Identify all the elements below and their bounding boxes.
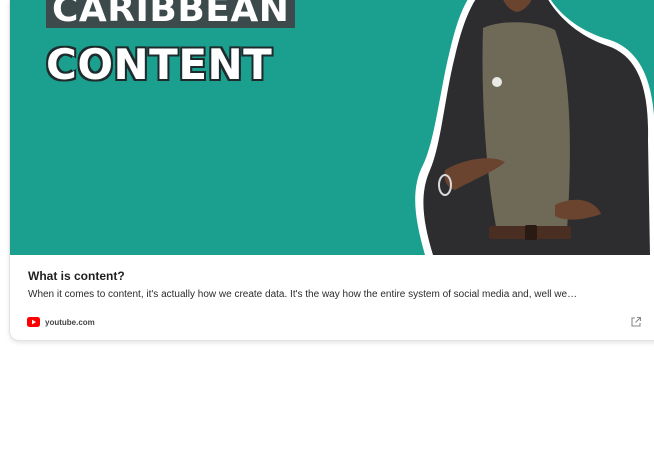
- video-thumbnail[interactable]: CARIBBEAN CONTENT: [10, 0, 654, 255]
- link-title[interactable]: What is content?: [28, 269, 125, 283]
- link-preview-card[interactable]: CARIBBEAN CONTENT What is content? When …: [9, 0, 654, 341]
- thumbnail-headline-line2: CONTENT: [46, 40, 273, 89]
- thumbnail-headline-line1: CARIBBEAN: [46, 0, 296, 28]
- link-info: What is content? When it comes to conten…: [10, 255, 654, 340]
- link-description: When it comes to content, it's actually …: [28, 289, 578, 300]
- external-link-icon[interactable]: [630, 316, 642, 328]
- presenter-image: [415, 0, 654, 255]
- source-domain: youtube.com: [45, 317, 95, 327]
- youtube-icon: [27, 317, 40, 327]
- link-source: youtube.com: [27, 315, 95, 329]
